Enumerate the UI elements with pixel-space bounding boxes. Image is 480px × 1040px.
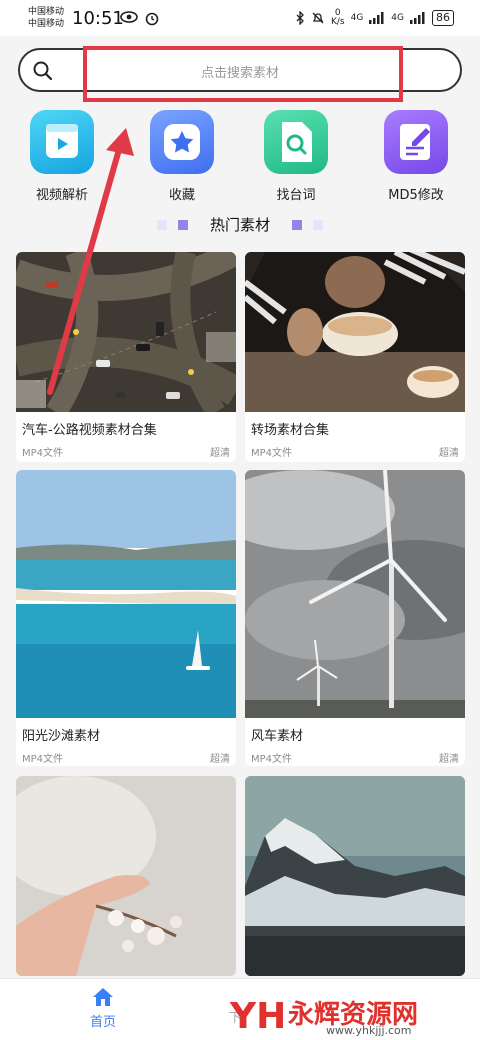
material-card[interactable]: 阳光沙滩素材 MP4文件 超清	[16, 470, 236, 766]
material-name: 风车素材	[251, 729, 304, 744]
clock: 10:51	[72, 8, 124, 29]
decor-square	[156, 219, 167, 230]
material-quality: 超清	[210, 448, 230, 459]
carrier-info: 中国移动 中国移动	[28, 6, 64, 30]
material-format: MP4文件	[251, 754, 293, 765]
thumbnail-beach[interactable]	[16, 470, 236, 718]
carrier-2: 中国移动	[28, 19, 65, 29]
material-card[interactable]	[16, 776, 236, 976]
quick-action-label: 收藏	[168, 188, 195, 203]
thumbnail-snow-mountain[interactable]	[245, 776, 465, 976]
decor-square	[292, 219, 303, 230]
alarm-icon	[145, 12, 159, 26]
eye-icon	[120, 11, 138, 23]
tab-home-label: 首页	[89, 1015, 116, 1030]
thumbnail-aerial-road[interactable]	[16, 252, 236, 412]
section-header: 热门素材	[0, 214, 480, 238]
thumbnail-wind-turbines[interactable]	[245, 470, 465, 718]
thumbnail-hand-blossom[interactable]	[16, 776, 236, 976]
mute-bell-icon	[312, 12, 324, 24]
quick-action-video-parse[interactable]: 视频解析	[14, 110, 110, 203]
video-parse-icon[interactable]	[30, 110, 94, 174]
material-name: 转场素材合集	[251, 423, 330, 438]
material-card[interactable]: 风车素材 MP4文件 超清	[245, 470, 465, 766]
signal-icon	[369, 12, 384, 24]
quick-action-md5[interactable]: MD5修改	[368, 110, 464, 203]
bluetooth-icon	[296, 11, 304, 25]
watermark-url: www.yhkjjj.com	[326, 1024, 412, 1037]
edit-document-icon[interactable]	[384, 110, 448, 174]
quick-action-label: 视频解析	[35, 188, 88, 203]
quick-action-label: 找台词	[276, 188, 316, 203]
material-format: MP4文件	[251, 448, 293, 459]
home-icon[interactable]	[92, 987, 114, 1007]
quick-actions: 视频解析 收藏 找台词 MD5修改	[0, 110, 480, 206]
quick-action-find-lines[interactable]: 找台词	[248, 110, 344, 203]
material-quality: 超清	[439, 448, 459, 459]
highlight-box	[83, 46, 403, 102]
status-bar: 中国移动 中国移动 10:51 0 K/s 4G 4G 86	[0, 0, 480, 36]
material-name: 汽车-公路视频素材合集	[22, 423, 157, 438]
thumbnail-eating[interactable]	[245, 252, 465, 412]
network-type-2: 4G	[391, 13, 404, 23]
star-favorite-icon[interactable]	[150, 110, 214, 174]
quick-action-label: MD5修改	[388, 188, 444, 203]
tab-home[interactable]: 首页	[70, 987, 136, 1030]
decor-square	[313, 219, 324, 230]
network-speed: 0 K/s	[330, 8, 345, 27]
material-quality: 超清	[439, 754, 459, 765]
quick-action-favorite[interactable]: 收藏	[134, 110, 230, 203]
decor-square	[177, 219, 188, 230]
material-card[interactable]: 汽车-公路视频素材合集 MP4文件 超清	[16, 252, 236, 462]
section-title: 热门素材	[209, 216, 270, 234]
material-card[interactable]	[245, 776, 465, 976]
material-quality: 超清	[210, 754, 230, 765]
network-type-1: 4G	[350, 13, 364, 23]
material-card[interactable]: 转场素材合集 MP4文件 超清	[245, 252, 465, 462]
carrier-1: 中国移动	[28, 7, 65, 17]
watermark: YH 永辉资源网 www.yhkjjj.com	[230, 990, 480, 1040]
material-format: MP4文件	[22, 754, 64, 765]
battery-level: 86	[432, 10, 454, 26]
signal-icon	[410, 12, 425, 24]
material-name: 阳光沙滩素材	[22, 729, 101, 744]
search-document-icon[interactable]	[264, 110, 328, 174]
material-format: MP4文件	[22, 448, 64, 459]
watermark-logo: YH	[230, 996, 287, 1037]
